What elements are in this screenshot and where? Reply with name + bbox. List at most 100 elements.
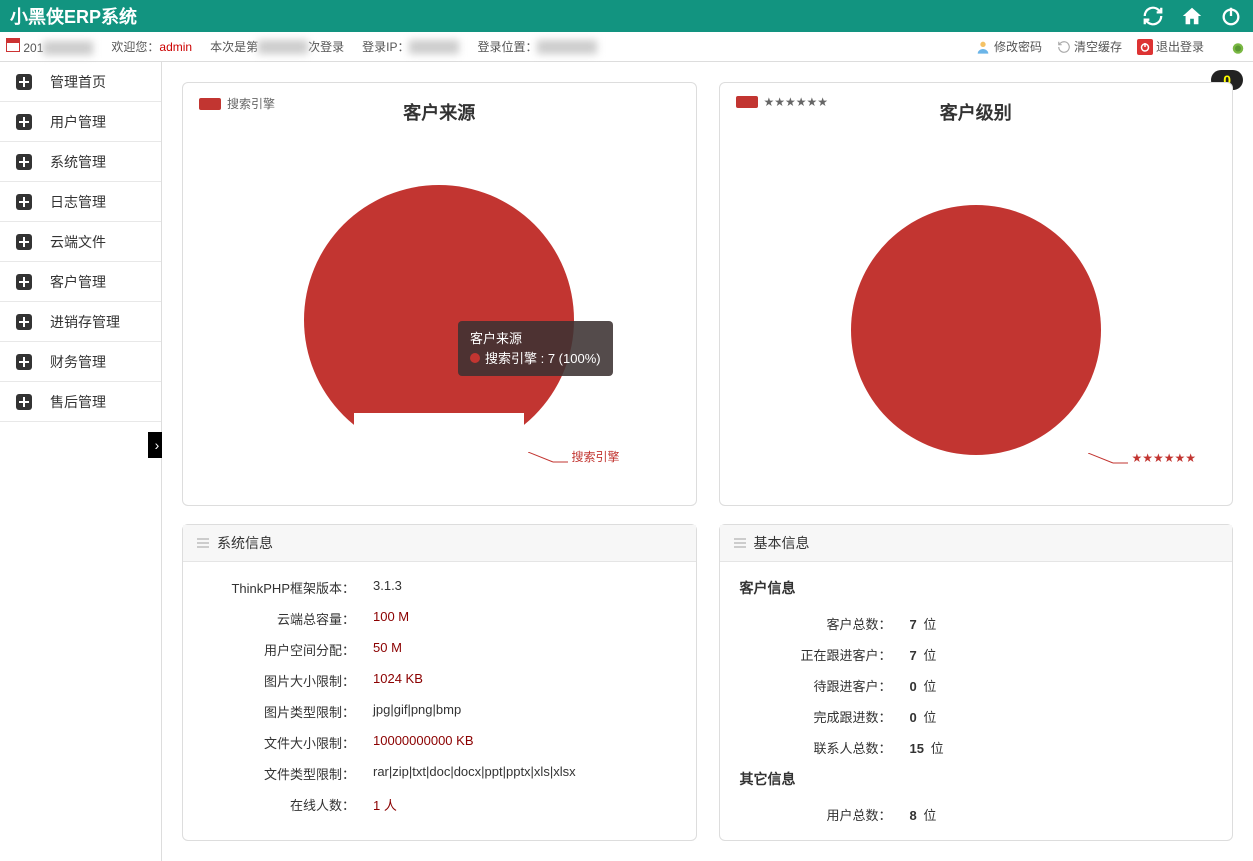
info-value: 100 M (373, 609, 409, 628)
plus-icon (16, 114, 32, 130)
info-value: 7 位 (910, 614, 937, 633)
chart-legend[interactable]: ★★★★★★ (736, 95, 829, 109)
info-value: 0 位 (910, 707, 937, 726)
legend-label: 搜索引擎 (227, 95, 275, 112)
info-row: 联系人总数：15 位 (740, 732, 1213, 763)
sidebar-item-label: 用户管理 (50, 112, 106, 132)
info-row: 图片大小限制：1024 KB (203, 665, 676, 696)
plus-icon (16, 74, 32, 90)
info-label: 正在跟进客户： (740, 645, 910, 664)
sidebar-item-label: 管理首页 (50, 72, 106, 92)
login-ip: 登录IP：xxxxxxx (362, 38, 459, 55)
change-password-link[interactable]: 修改密码 (975, 38, 1042, 55)
chart-legend[interactable]: 搜索引擎 (199, 95, 275, 112)
info-value: 1024 KB (373, 671, 423, 690)
panel-header: 基本信息 (720, 525, 1233, 562)
info-label: 完成跟进数： (740, 707, 910, 726)
system-info-panel: 系统信息 ThinkPHP框架版本：3.1.3云端总容量：100 M用户空间分配… (182, 524, 697, 841)
plus-icon (16, 234, 32, 250)
sidebar-item-aftersale[interactable]: 售后管理 (0, 382, 161, 422)
list-icon (734, 538, 746, 548)
clear-cache-link[interactable]: 清空缓存 (1057, 38, 1122, 55)
plus-icon (16, 354, 32, 370)
plus-icon (16, 154, 32, 170)
plus-icon (16, 394, 32, 410)
chart-customer-level: ★★★★★★ 客户级别 ★★★★★★ (719, 82, 1234, 506)
sidebar-item-system[interactable]: 系统管理 (0, 142, 161, 182)
info-row: 用户空间分配：50 M (203, 634, 676, 665)
info-value: jpg|gif|png|bmp (373, 702, 461, 721)
main-content: 0 搜索引擎 客户来源 搜索引擎 (162, 62, 1253, 861)
legend-swatch (199, 98, 221, 110)
logout-link[interactable]: 退出登录 (1137, 38, 1204, 55)
legend-swatch (736, 96, 758, 108)
info-value: 1 人 (373, 795, 397, 814)
sidebar-item-logs[interactable]: 日志管理 (0, 182, 161, 222)
pie-slice-label: ★★★★★★ (1088, 451, 1196, 465)
pie-slice[interactable] (304, 185, 574, 455)
top-header: 小黑侠ERP系统 (0, 0, 1253, 32)
pie-slice[interactable] (851, 205, 1101, 455)
sidebar-item-label: 售后管理 (50, 392, 106, 412)
login-location: 登录位置：xxxxxxxxxx (477, 38, 597, 55)
status-bar: 201xxxxx 欢迎您：admin 本次是第xx次登录 登录IP：xxxxxx… (0, 32, 1253, 62)
snail-icon (1229, 38, 1247, 56)
sidebar-item-customers[interactable]: 客户管理 (0, 262, 161, 302)
panel-header: 系统信息 (183, 525, 696, 562)
info-label: 用户空间分配： (203, 640, 373, 659)
power-icon[interactable] (1219, 4, 1243, 28)
info-label: 在线人数： (203, 795, 373, 814)
info-row: 客户总数：7 位 (740, 608, 1213, 639)
calendar-icon (6, 38, 20, 52)
basic-info-panel: 基本信息 客户信息 客户总数：7 位正在跟进客户：7 位待跟进客户：0 位完成跟… (719, 524, 1234, 841)
info-label: 云端总容量： (203, 609, 373, 628)
info-row: 在线人数：1 人 (203, 789, 676, 820)
chart-tooltip: 客户来源 搜索引擎 : 7 (100%) (458, 321, 613, 376)
info-row: 文件类型限制：rar|zip|txt|doc|docx|ppt|pptx|xls… (203, 758, 676, 789)
legend-label: ★★★★★★ (764, 95, 829, 109)
info-row: 待跟进客户：0 位 (740, 670, 1213, 701)
date-display: 201xxxxx (6, 38, 93, 55)
sidebar: 管理首页 用户管理 系统管理 日志管理 云端文件 客户管理 进销存管理 财务管理… (0, 62, 162, 861)
login-count: 本次是第xx次登录 (210, 38, 344, 55)
sidebar-item-home[interactable]: 管理首页 (0, 62, 161, 102)
app-title: 小黑侠ERP系统 (10, 3, 1141, 29)
sidebar-item-label: 云端文件 (50, 232, 106, 252)
sidebar-item-label: 日志管理 (50, 192, 106, 212)
info-value: 3.1.3 (373, 578, 402, 597)
plus-icon (16, 274, 32, 290)
info-label: 文件类型限制： (203, 764, 373, 783)
info-value: rar|zip|txt|doc|docx|ppt|pptx|xls|xlsx (373, 764, 576, 783)
pie-slice-label: 搜索引擎 (528, 448, 619, 465)
info-value: 7 位 (910, 645, 937, 664)
plus-icon (16, 194, 32, 210)
info-label: 待跟进客户： (740, 676, 910, 695)
chart-customer-source: 搜索引擎 客户来源 搜索引擎 客户来源 搜索引擎 : 7 (100%) (182, 82, 697, 506)
section-title: 其它信息 (740, 769, 1213, 789)
list-icon (197, 538, 209, 548)
info-label: ThinkPHP框架版本： (203, 578, 373, 597)
info-label: 联系人总数： (740, 738, 910, 757)
info-value: 0 位 (910, 676, 937, 695)
info-value: 50 M (373, 640, 402, 659)
info-row: 完成跟进数：0 位 (740, 701, 1213, 732)
section-title: 客户信息 (740, 578, 1213, 598)
sidebar-item-label: 财务管理 (50, 352, 106, 372)
info-row: ThinkPHP框架版本：3.1.3 (203, 572, 676, 603)
info-row: 图片类型限制：jpg|gif|png|bmp (203, 696, 676, 727)
sidebar-item-finance[interactable]: 财务管理 (0, 342, 161, 382)
sidebar-item-cloud[interactable]: 云端文件 (0, 222, 161, 262)
sidebar-item-label: 进销存管理 (50, 312, 120, 332)
info-row: 云端总容量：100 M (203, 603, 676, 634)
info-value: 10000000000 KB (373, 733, 473, 752)
info-row: 正在跟进客户：7 位 (740, 639, 1213, 670)
info-label: 图片大小限制： (203, 671, 373, 690)
info-label: 图片类型限制： (203, 702, 373, 721)
home-icon[interactable] (1180, 4, 1204, 28)
info-label: 文件大小限制： (203, 733, 373, 752)
refresh-icon[interactable] (1141, 4, 1165, 28)
sidebar-item-inventory[interactable]: 进销存管理 (0, 302, 161, 342)
sidebar-item-users[interactable]: 用户管理 (0, 102, 161, 142)
plus-icon (16, 314, 32, 330)
welcome-text: 欢迎您：admin (111, 38, 192, 55)
